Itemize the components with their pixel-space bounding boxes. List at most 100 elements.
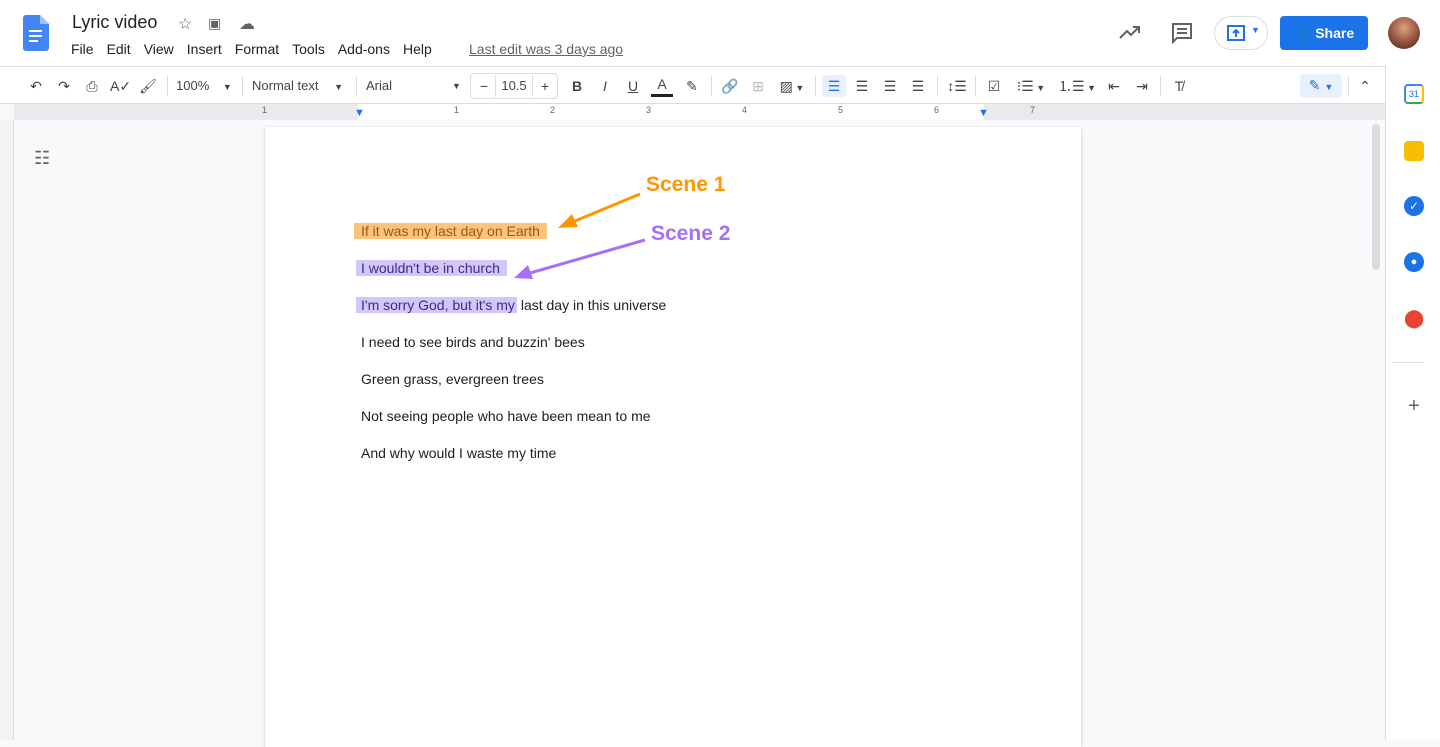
zoom-value: 100%	[176, 78, 210, 93]
share-button[interactable]: 👤 Share	[1280, 16, 1368, 50]
ruler-label: 1	[454, 105, 460, 115]
toolbar: ↶ ↷ ⎙ A✓ 🖌 100% ▼ Normal text ▼ Arial ▼ −…	[0, 66, 1385, 104]
spellcheck-icon[interactable]: A✓	[110, 75, 131, 97]
scene2-label: Scene 2	[651, 222, 731, 245]
highlighted-text-scene2: I'm sorry God, but it's my	[356, 297, 517, 313]
font-select[interactable]: Arial ▼	[366, 75, 466, 97]
bulleted-list-icon[interactable]: ⁝☰ ▼	[1012, 75, 1050, 97]
undo-icon[interactable]: ↶	[26, 75, 46, 97]
calendar-icon[interactable]: 31	[1404, 84, 1424, 104]
divider	[1392, 362, 1424, 363]
ruler-label: 6	[934, 105, 940, 115]
present-dropdown-icon[interactable]: ▼	[1251, 25, 1260, 35]
move-folder-icon[interactable]: ▣	[208, 15, 221, 32]
menu-edit[interactable]: Edit	[107, 41, 131, 57]
collapse-chevron-icon[interactable]: ⌃	[1355, 75, 1375, 97]
highlighted-text-scene2: I wouldn't be in church	[356, 260, 507, 276]
link-icon[interactable]: 🔗	[720, 75, 740, 97]
ruler-labels: 1 1 2 3 4 5 6 7 ▼ ▼	[0, 105, 1385, 119]
doc-line[interactable]: And why would I waste my time	[361, 443, 556, 463]
doc-line[interactable]: Green grass, evergreen trees	[361, 369, 544, 389]
add-comment-icon[interactable]: ⊞	[748, 75, 768, 97]
decrease-indent-icon[interactable]: ⇤	[1104, 75, 1124, 97]
align-right-icon[interactable]: ☰	[880, 75, 900, 97]
side-panel: 31 ✓ ● ⬤ +	[1385, 66, 1440, 740]
ruler-label: 1	[262, 105, 268, 115]
comments-icon[interactable]	[1171, 22, 1193, 44]
justify-icon[interactable]: ☰	[908, 75, 928, 97]
menu-tools[interactable]: Tools	[292, 41, 325, 57]
decrease-font-size-button[interactable]: −	[475, 75, 493, 97]
document-title[interactable]: Lyric video	[72, 12, 157, 33]
align-left-icon[interactable]: ☰	[822, 75, 846, 97]
person-add-icon: 👤	[1293, 25, 1316, 41]
line-text: last day in this universe	[516, 297, 667, 313]
align-center-icon[interactable]: ☰	[852, 75, 872, 97]
scene1-label: Scene 1	[646, 173, 726, 196]
print-icon[interactable]: ⎙	[82, 75, 102, 97]
last-edit-link[interactable]: Last edit was 3 days ago	[469, 41, 623, 57]
dropdown-icon: ▼	[222, 82, 232, 92]
highlight-icon[interactable]: ✎	[682, 75, 702, 97]
ruler-label: 5	[838, 105, 844, 115]
menu-bar: File Edit View Insert Format Tools Add-o…	[71, 41, 445, 57]
doc-line[interactable]: Not seeing people who have been mean to …	[361, 406, 651, 426]
top-bar: Lyric video ☆ ▣ ☁ File Edit View Insert …	[0, 0, 1440, 66]
document-outline-icon[interactable]: ☷	[34, 148, 50, 169]
editing-mode-button[interactable]: ✎ ▼	[1300, 74, 1342, 98]
tasks-icon[interactable]: ✓	[1404, 196, 1424, 216]
checklist-icon[interactable]: ☑	[984, 75, 1004, 97]
ruler-label: 4	[742, 105, 748, 115]
increase-indent-icon[interactable]: ⇥	[1132, 75, 1152, 97]
doc-line[interactable]: I'm sorry God, but it's my last day in t…	[356, 295, 667, 315]
font-size-stepper: − 10.5 +	[470, 73, 558, 99]
menu-addons[interactable]: Add-ons	[338, 41, 390, 57]
ruler-label: 2	[550, 105, 556, 115]
dropdown-icon: ▼	[452, 81, 461, 91]
redo-icon[interactable]: ↷	[54, 75, 74, 97]
vertical-ruler[interactable]	[0, 120, 14, 740]
italic-icon[interactable]: I	[595, 75, 615, 97]
avatar[interactable]	[1388, 17, 1420, 49]
present-button[interactable]: ▼	[1214, 16, 1268, 50]
dropdown-icon: ▼	[334, 82, 344, 92]
numbered-list-icon[interactable]: ⒈☰ ▼	[1058, 75, 1096, 97]
cloud-saved-icon[interactable]: ☁	[239, 14, 255, 34]
doc-line[interactable]: If it was my last day on Earth	[354, 221, 547, 241]
increase-font-size-button[interactable]: +	[536, 75, 554, 97]
vertical-scrollbar[interactable]	[1372, 124, 1380, 270]
line-spacing-icon[interactable]: ↕☰	[946, 75, 968, 97]
text-color-icon[interactable]: A	[651, 75, 673, 97]
contacts-icon[interactable]: ●	[1404, 252, 1424, 272]
star-icon[interactable]: ☆	[178, 14, 192, 34]
doc-line[interactable]: I need to see birds and buzzin' bees	[361, 332, 585, 352]
menu-insert[interactable]: Insert	[187, 41, 222, 57]
right-indent-marker[interactable]: ▼	[978, 107, 989, 119]
underline-icon[interactable]: U	[623, 75, 643, 97]
doc-line[interactable]: I wouldn't be in church	[356, 258, 507, 278]
docs-logo-icon[interactable]	[23, 15, 49, 51]
add-addon-icon[interactable]: +	[1404, 396, 1424, 416]
menu-format[interactable]: Format	[235, 41, 279, 57]
zoom-select[interactable]: 100% ▼	[176, 75, 236, 97]
style-value: Normal text	[252, 78, 319, 93]
paint-format-icon[interactable]: 🖌	[138, 75, 158, 97]
maps-icon[interactable]: ⬤	[1404, 308, 1424, 328]
ruler-label: 7	[1030, 105, 1036, 115]
present-icon	[1227, 25, 1245, 41]
clear-formatting-icon[interactable]: T̸	[1169, 75, 1189, 97]
menu-help[interactable]: Help	[403, 41, 432, 57]
menu-view[interactable]: View	[144, 41, 174, 57]
activity-trend-icon[interactable]	[1119, 24, 1141, 40]
ruler-label: 3	[646, 105, 652, 115]
document-page[interactable]	[265, 127, 1081, 747]
insert-image-icon[interactable]: ▨ ▼	[776, 75, 808, 97]
style-select[interactable]: Normal text ▼	[252, 75, 352, 97]
bold-icon[interactable]: B	[567, 75, 587, 97]
font-value: Arial	[366, 78, 393, 93]
keep-icon[interactable]	[1404, 141, 1424, 161]
highlighted-text-scene1: If it was my last day on Earth	[354, 223, 547, 239]
menu-file[interactable]: File	[71, 41, 94, 57]
left-indent-marker[interactable]: ▼	[354, 107, 365, 119]
font-size-input[interactable]: 10.5	[495, 75, 533, 97]
